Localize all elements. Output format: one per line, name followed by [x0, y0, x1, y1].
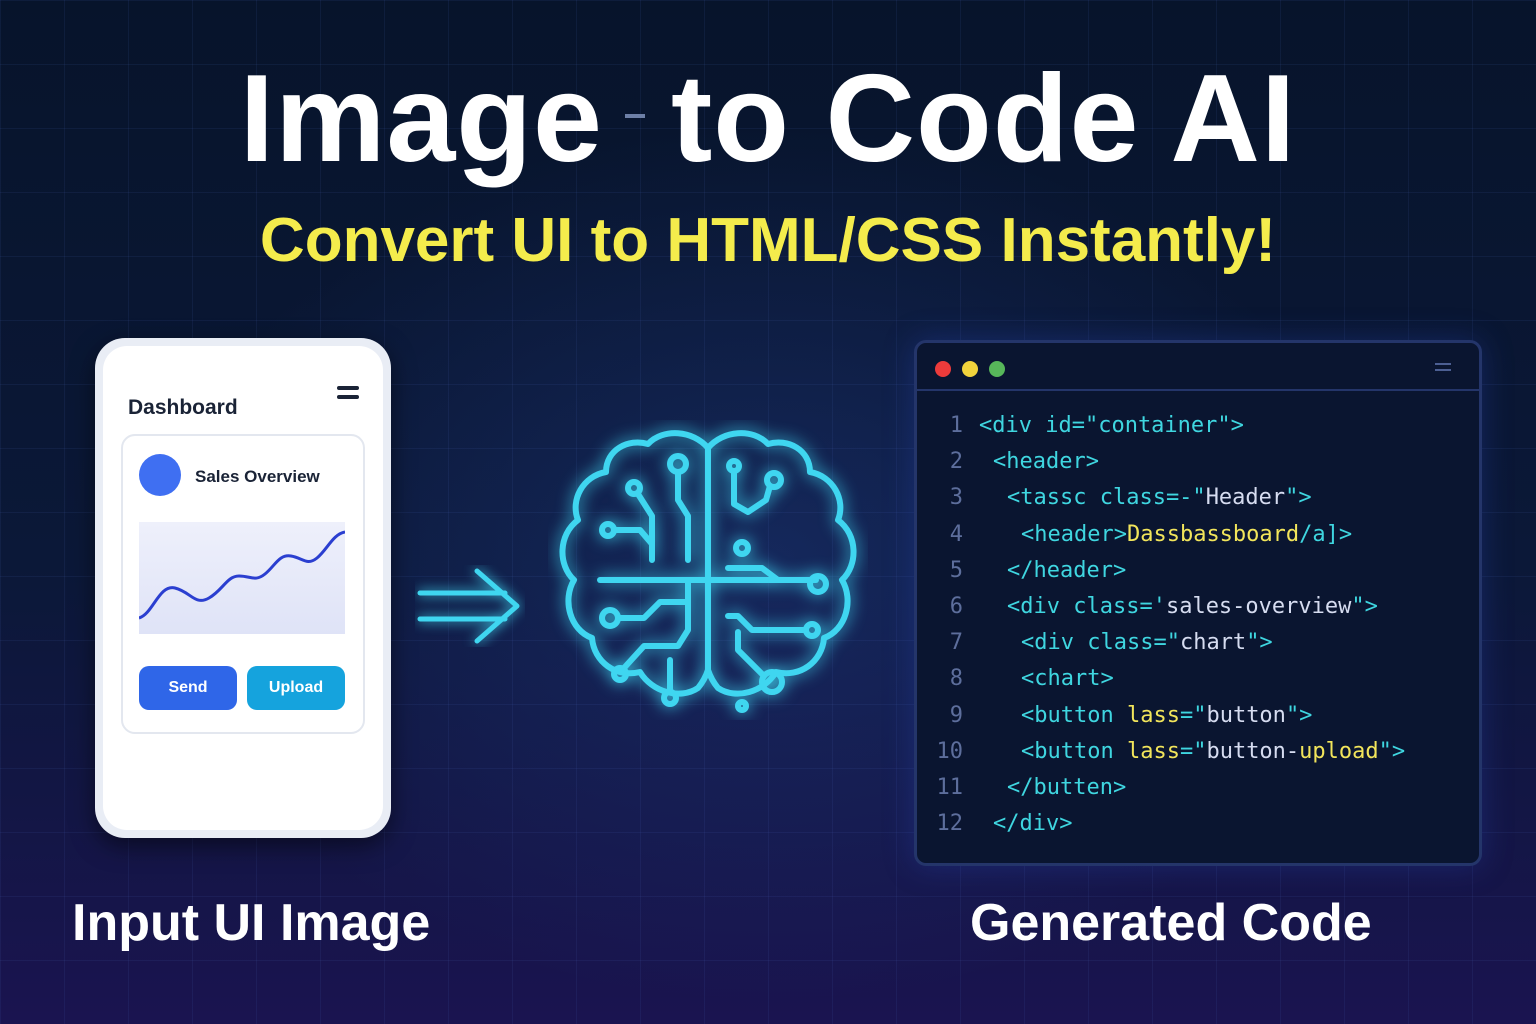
code-token: ">	[1285, 485, 1312, 511]
code-text: <header>Dassbassboard/a]>	[1021, 522, 1352, 547]
code-token: lass	[1126, 738, 1180, 764]
code-token: ="	[1179, 702, 1207, 728]
line-number: 1	[949, 413, 963, 438]
code-text: </div>	[993, 811, 1072, 836]
title-dash	[625, 114, 646, 119]
code-token: chart	[1179, 630, 1247, 656]
caption-output: Generated Code	[970, 894, 1372, 952]
code-line: 9 <button lass="button">	[917, 703, 1479, 739]
code-token: ">	[1246, 630, 1273, 656]
code-line: 12 </div>	[917, 811, 1479, 847]
code-text: <div class="chart">	[1021, 630, 1273, 655]
close-window-icon[interactable]	[935, 361, 951, 377]
hamburger-menu-icon[interactable]	[337, 386, 359, 404]
code-token: ="	[1179, 738, 1207, 764]
upload-button[interactable]: Upload	[247, 666, 345, 710]
code-line: 3 <tassc class=-"Header">	[917, 485, 1479, 521]
code-line: 11 </butten>	[917, 775, 1479, 811]
sales-overview-card: Sales Overview Send Upload	[121, 434, 365, 734]
line-number: 12	[936, 811, 964, 837]
code-token: <button	[1021, 702, 1127, 728]
line-number: 4	[949, 521, 963, 547]
line-number: 3	[949, 485, 963, 511]
page-title: Image to Code AI	[0, 48, 1536, 190]
line-number: 2	[949, 449, 963, 475]
code-line: 1 <div id="container">	[917, 413, 1479, 449]
code-token: <chart>	[1021, 666, 1114, 692]
code-text: <button lass="button">	[1021, 703, 1312, 728]
code-token: <tassc class=-"	[1007, 485, 1206, 511]
sales-line-chart	[139, 522, 345, 634]
code-token: /a]>	[1299, 521, 1353, 547]
code-line: 5 </header>	[917, 558, 1479, 594]
code-line: 2 <header>	[917, 449, 1479, 485]
ai-brain-icon	[559, 430, 857, 713]
line-number: 9	[949, 702, 963, 728]
code-text: <chart>	[1021, 666, 1114, 691]
code-line: 4 <header>Dassbassboard/a]>	[917, 522, 1479, 558]
avatar	[139, 454, 181, 496]
line-number: 6	[949, 593, 963, 619]
code-token: button	[1206, 702, 1286, 728]
code-text: </butten>	[1007, 775, 1126, 800]
code-token: Dassbassboard	[1126, 521, 1300, 547]
title-right: to Code AI	[671, 50, 1297, 188]
code-token: </div>	[993, 811, 1073, 837]
code-line: 10 <button lass="button-upload">	[917, 739, 1479, 775]
dashboard-heading: Dashboard	[128, 396, 238, 419]
arrow-right-icon	[417, 568, 520, 644]
maximize-window-icon[interactable]	[989, 361, 1005, 377]
code-token: <div class="	[1021, 630, 1180, 656]
line-number: 7	[949, 630, 963, 656]
code-token: <div id="container">	[979, 413, 1244, 438]
code-token: sales-overview	[1165, 593, 1352, 619]
line-number: 5	[949, 557, 963, 583]
code-token: <div class='	[1007, 593, 1166, 619]
code-token: <header>	[993, 449, 1099, 475]
subtitle: Convert UI to HTML/CSS Instantly!	[259, 206, 1277, 275]
send-button[interactable]: Send	[139, 666, 237, 710]
code-token: <header>	[1021, 521, 1127, 547]
code-text: <tassc class=-"Header">	[1007, 485, 1312, 510]
code-editor-window: 1 <div id="container"> 2 <header> 3 <tassc cl…	[914, 340, 1482, 866]
code-token: </header>	[1007, 557, 1127, 583]
card-title: Sales Overview	[195, 467, 320, 486]
window-menu-icon[interactable]	[1435, 363, 1451, 375]
code-token: </butten>	[1007, 774, 1127, 800]
code-token: button-	[1206, 738, 1300, 764]
phone-mockup: Dashboard Sales Overview Send Upload	[95, 338, 391, 838]
minimize-window-icon[interactable]	[962, 361, 978, 377]
line-number: 8	[949, 666, 963, 692]
window-titlebar	[917, 343, 1479, 391]
code-line: 7 <div class="chart">	[917, 630, 1479, 666]
code-text: <div class='sales-overview">	[1007, 594, 1378, 619]
code-token: upload	[1299, 738, 1379, 764]
code-token: ">	[1351, 593, 1378, 619]
line-number: 10	[936, 738, 964, 764]
code-token: lass	[1126, 702, 1180, 728]
code-line: 8 <chart>	[917, 666, 1479, 702]
code-text: <button lass="button-upload">	[1021, 739, 1405, 764]
caption-input: Input UI Image	[72, 894, 431, 952]
code-token: ">	[1285, 702, 1313, 728]
code-line: 6 <div class='sales-overview">	[917, 594, 1479, 630]
code-token: <button	[1021, 738, 1127, 764]
code-text: </header>	[1007, 558, 1126, 583]
chart-area	[139, 522, 345, 634]
line-number: 11	[936, 774, 964, 800]
code-token: ">	[1378, 738, 1406, 764]
code-body: 1 <div id="container"> 2 <header> 3 <tassc cl…	[917, 413, 1479, 847]
phone-screen: Dashboard Sales Overview Send Upload	[103, 346, 383, 830]
code-text: <div id="container">	[979, 413, 1244, 438]
title-left: Image	[239, 50, 604, 188]
code-token: Header	[1205, 485, 1286, 511]
code-text: <header>	[993, 449, 1099, 474]
